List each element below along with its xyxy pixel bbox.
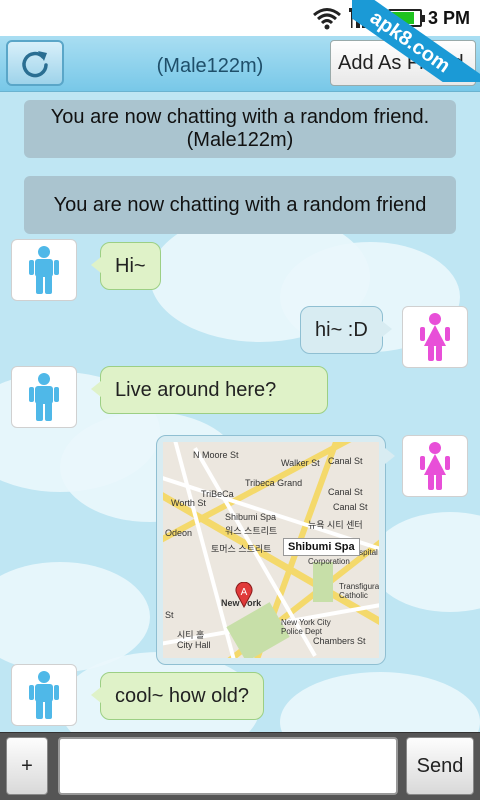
message-bubble[interactable]: Hi~ [91,242,161,290]
system-message: You are now chatting with a random frien… [24,100,456,158]
my-avatar[interactable] [402,435,468,497]
system-message: You are now chatting with a random frien… [24,176,456,234]
refresh-icon [22,51,48,78]
message-bubble[interactable]: cool~ how old? [91,672,264,720]
map-label: Transfiguration Catholic [339,582,379,600]
cloud-decoration [370,512,480,612]
system-message-subtext: (Male122m) [186,129,294,151]
bubble-tail [381,321,392,337]
system-message-text: You are now chatting with a random frien… [50,106,430,128]
message-input-bar: + Send [0,732,480,800]
map-label: New York City Police Dept [281,618,331,636]
add-as-friend-button[interactable]: Add As Friend [330,40,476,86]
male-avatar-icon [29,671,59,719]
map-label: 워스 스트리트 [225,526,278,536]
message-text: Live around here? [115,379,277,401]
battery-icon [387,9,425,27]
map-label: 토머스 스트리트 [211,544,272,554]
map-park [313,562,333,602]
map-label: 뉴욕 시티 센터 [308,520,363,530]
refresh-button[interactable] [6,40,64,86]
bubble-tail [91,381,101,397]
map-label: Chambers St [313,636,366,646]
location-map[interactable]: N Moore St Walker St Canal St TriBeCa Tr… [163,442,379,658]
map-label: Tribeca Grand [245,478,303,488]
map-label: Shibumi Spa [225,512,277,522]
map-label: Walker St [281,458,320,468]
cloud-decoration [280,672,480,732]
map-label: Canal St [333,502,368,512]
message-text: cool~ how old? [115,685,249,707]
female-avatar-icon [420,442,450,490]
message-bubble[interactable]: hi~ :D [300,306,392,354]
bubble-tail [91,687,101,703]
map-label: St [165,610,174,620]
message-text: Hi~ [115,255,146,277]
male-avatar-icon [29,246,59,294]
female-avatar-icon [420,313,450,361]
status-icons: 3 PM [312,4,470,32]
map-label: Canal St [328,487,363,497]
send-button[interactable]: Send [406,737,474,795]
message-input[interactable] [58,737,398,795]
my-avatar[interactable] [402,306,468,368]
male-avatar-icon [29,373,59,421]
map-message-bubble[interactable]: N Moore St Walker St Canal St TriBeCa Tr… [156,435,395,665]
status-bar: 3 PM [0,0,480,36]
chat-area[interactable]: You are now chatting with a random frien… [0,92,480,732]
map-label: City Hall [177,640,211,650]
map-pin-icon[interactable]: A [235,582,253,608]
wifi-icon [313,8,341,30]
bubble-tail [91,257,101,273]
map-label: Odeon [165,528,193,538]
chat-partner-title: (Male122m) [156,55,264,77]
partner-avatar[interactable] [11,366,77,428]
bubble-tail [385,448,395,464]
map-label: Worth St [171,498,206,508]
map-label: N Moore St [193,450,239,460]
system-message-text: You are now chatting with a random frien… [53,193,427,216]
partner-avatar[interactable] [11,239,77,301]
map-label: Canal St [328,456,363,466]
map-place-tag[interactable]: Shibumi Spa [283,538,360,556]
chat-header: (Male122m) Add As Friend [0,36,480,92]
battery-fill [390,12,415,24]
message-text: hi~ :D [315,319,368,341]
map-pin-letter: A [241,587,248,598]
partner-avatar[interactable] [11,664,77,726]
attach-plus-button[interactable]: + [6,737,48,795]
status-time: 3 PM [427,7,470,28]
signal-icon [348,8,378,28]
message-bubble[interactable]: Live around here? [91,366,328,414]
